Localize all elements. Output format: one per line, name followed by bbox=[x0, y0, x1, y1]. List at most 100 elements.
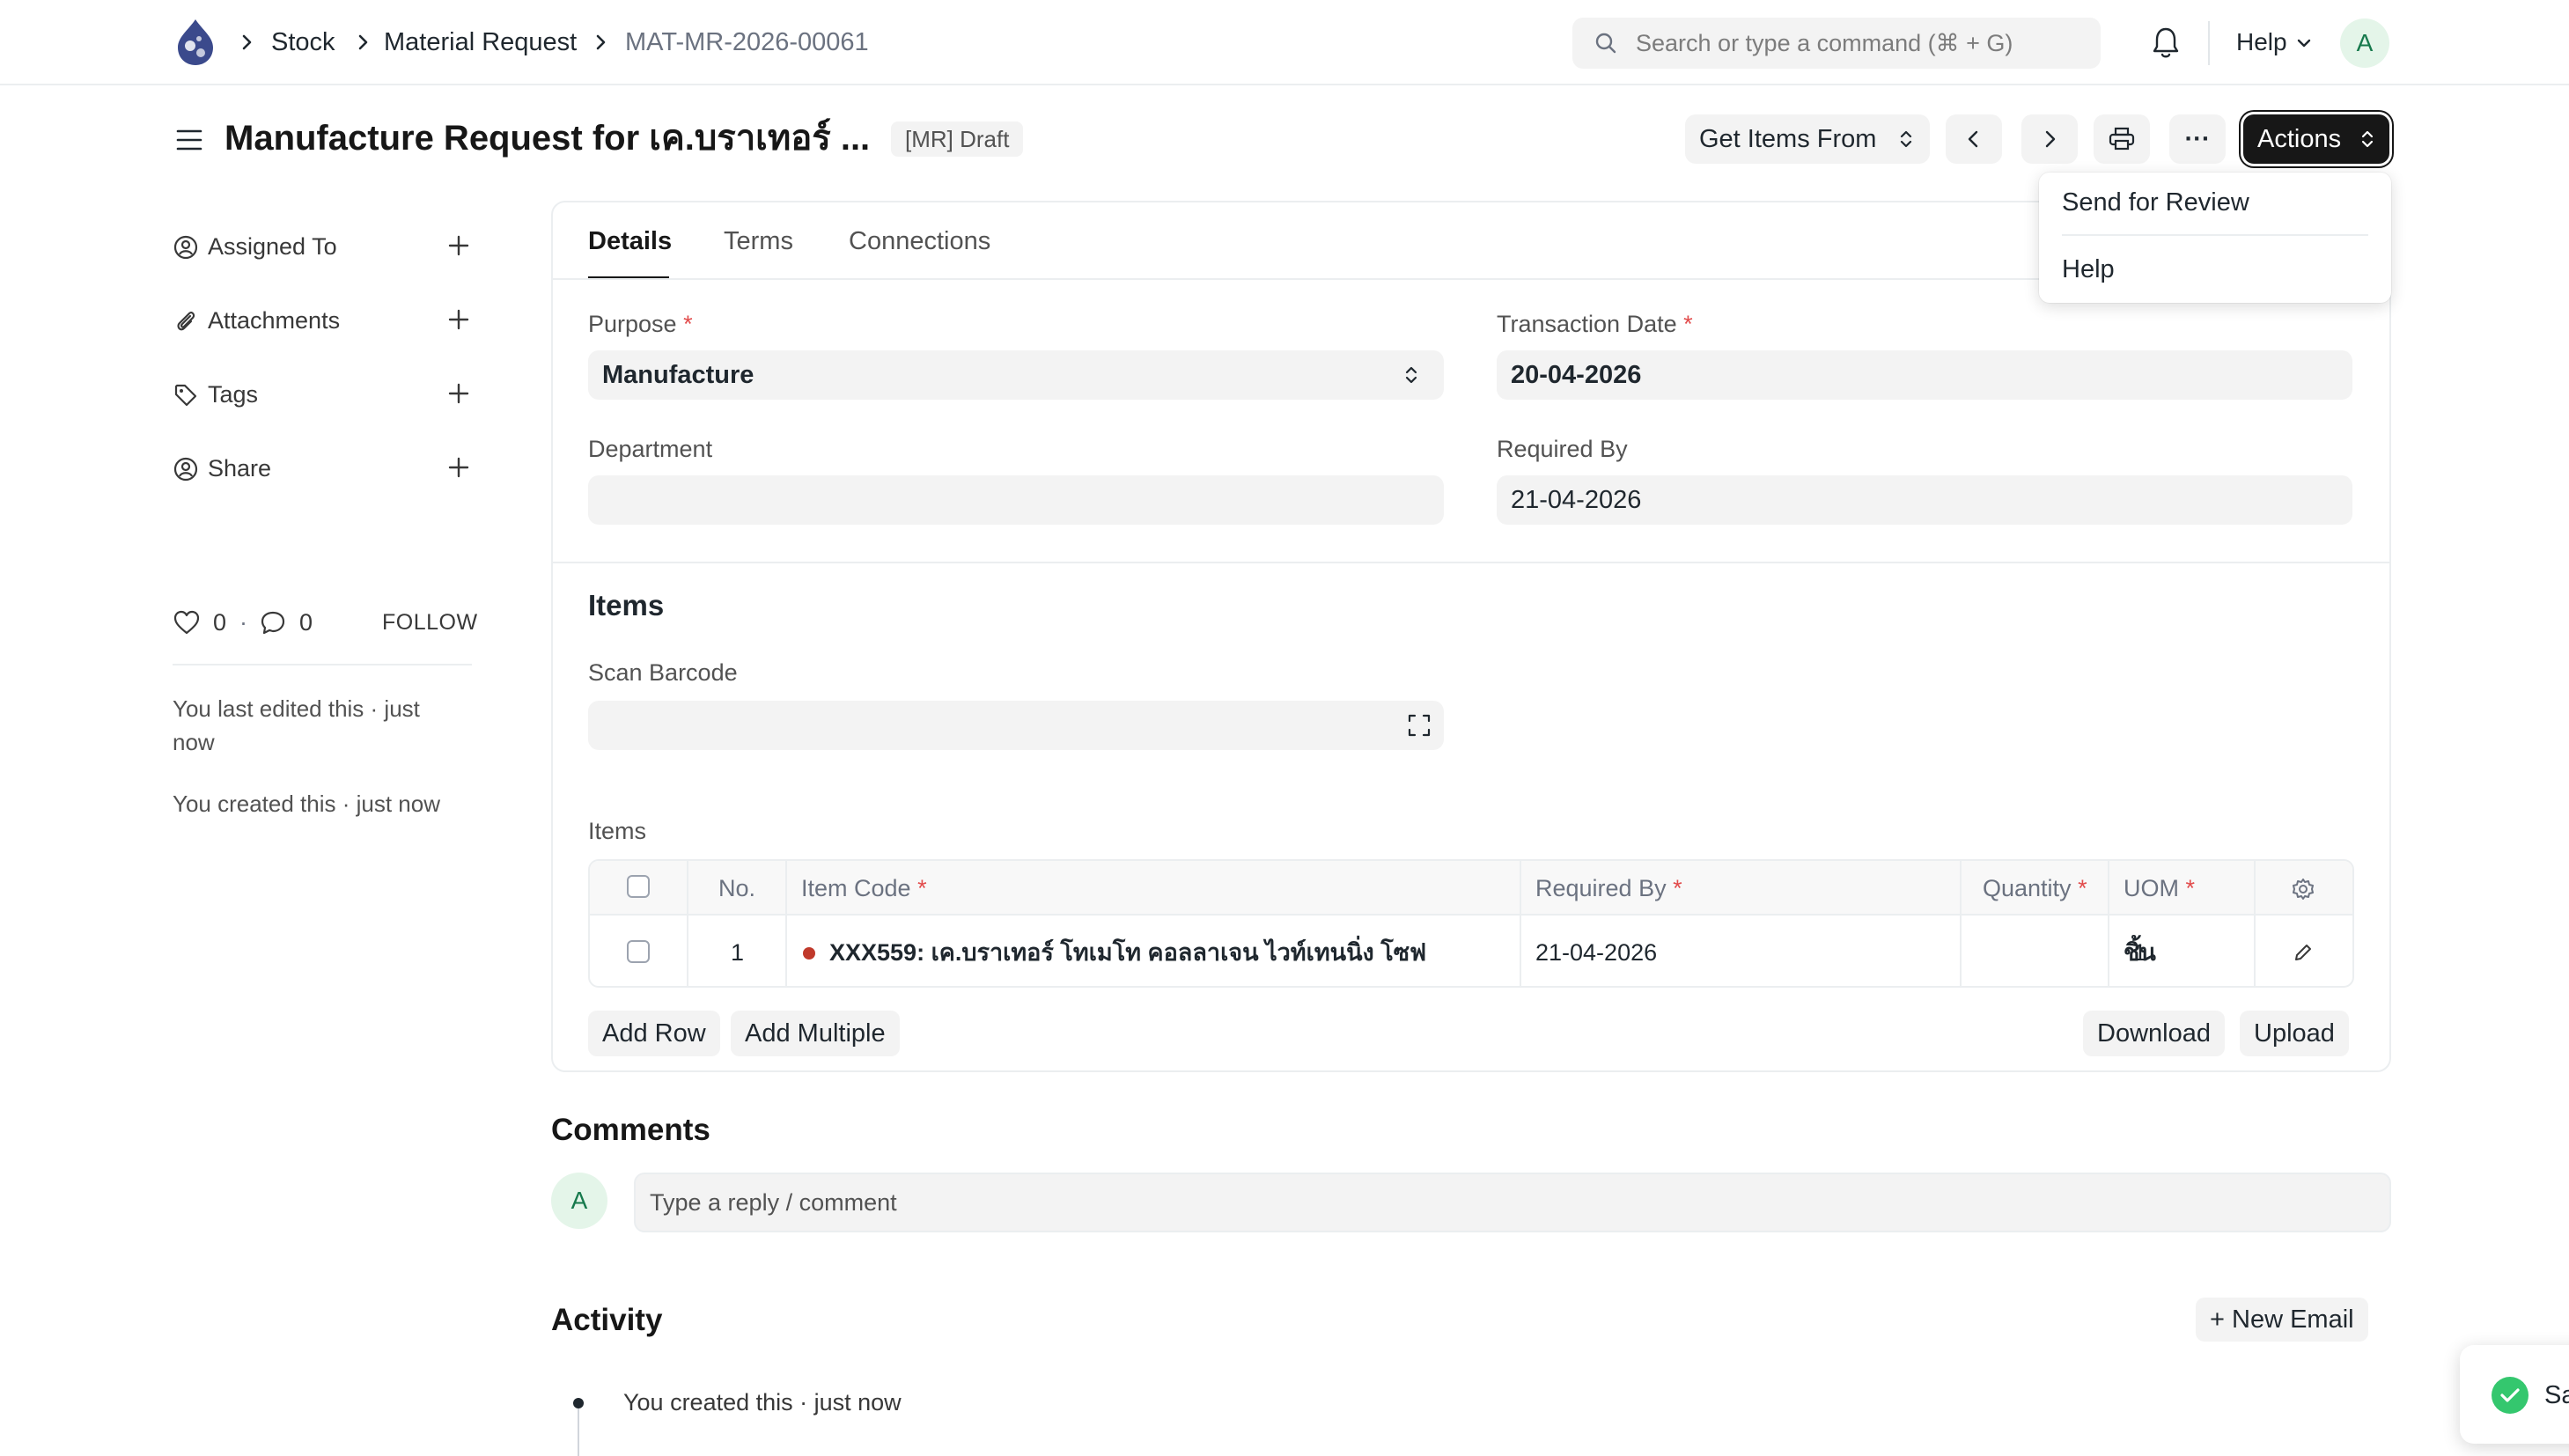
department-input[interactable] bbox=[588, 475, 1444, 525]
col-required-by: Required By * bbox=[1535, 875, 1682, 901]
plus-icon[interactable] bbox=[445, 232, 472, 259]
select-all-checkbox[interactable] bbox=[627, 875, 650, 898]
next-doc-button[interactable] bbox=[2021, 114, 2078, 164]
actions-button[interactable]: Actions bbox=[2243, 114, 2389, 164]
assign-user-icon bbox=[173, 235, 198, 260]
scan-icon[interactable] bbox=[1407, 713, 1432, 738]
new-email-button[interactable]: + New Email bbox=[2196, 1298, 2368, 1342]
col-no: No. bbox=[718, 875, 756, 901]
row-item-code[interactable]: XXX559: เค.บราเทอร์ โทเมโท คอลลาเจน ไวท์… bbox=[829, 917, 1426, 986]
transaction-date-label: Transaction Date * bbox=[1497, 311, 1693, 337]
table-header: No. Item Code * Required By * Quantity *… bbox=[590, 861, 2352, 916]
upload-button[interactable]: Upload bbox=[2240, 1011, 2349, 1056]
row-checkbox[interactable] bbox=[627, 940, 650, 963]
items-section-title: Items bbox=[588, 589, 665, 621]
actions-label: Actions bbox=[2257, 125, 2342, 153]
col-uom: UOM * bbox=[2124, 875, 2196, 901]
tab-details[interactable]: Details bbox=[588, 224, 672, 259]
sidebar-item-label: Attachments bbox=[208, 307, 341, 334]
previous-doc-button[interactable] bbox=[1946, 114, 2002, 164]
menu-item-help[interactable]: Help bbox=[2062, 252, 2115, 287]
follow-button[interactable]: FOLLOW bbox=[382, 606, 478, 639]
breadcrumb-current-doc[interactable]: MAT-MR-2026-00061 bbox=[625, 25, 869, 60]
select-updown-icon bbox=[2361, 130, 2374, 148]
navbar-divider bbox=[2208, 21, 2210, 65]
chevron-down-icon[interactable] bbox=[2294, 33, 2314, 53]
sidebar-tags[interactable]: Tags bbox=[173, 375, 472, 414]
select-updown-icon bbox=[1405, 366, 1417, 384]
transaction-date-input[interactable]: 20-04-2026 bbox=[1497, 350, 2352, 400]
search-icon bbox=[1595, 33, 1616, 54]
user-avatar[interactable]: A bbox=[2340, 18, 2389, 68]
row-no: 1 bbox=[731, 939, 745, 966]
activity-timeline bbox=[578, 1408, 579, 1456]
purpose-label: Purpose * bbox=[588, 311, 693, 337]
required-by-input[interactable]: 21-04-2026 bbox=[1497, 475, 2352, 525]
select-updown-icon bbox=[1900, 130, 1912, 148]
tag-icon bbox=[174, 384, 197, 407]
get-items-from-button[interactable]: Get Items From bbox=[1685, 114, 1930, 164]
hamburger-menu-icon[interactable] bbox=[174, 125, 204, 155]
download-button[interactable]: Download bbox=[2083, 1011, 2225, 1056]
comment-bubble-icon[interactable] bbox=[259, 609, 287, 636]
tab-terms[interactable]: Terms bbox=[724, 224, 793, 259]
toast-text: Sa bbox=[2544, 1381, 2569, 1409]
add-multiple-button[interactable]: Add Multiple bbox=[731, 1011, 900, 1056]
col-quantity: Quantity * bbox=[1983, 875, 2087, 901]
add-row-button[interactable]: Add Row bbox=[588, 1011, 720, 1056]
menu-divider bbox=[2062, 234, 2368, 236]
page-title: Manufacture Request for เค.บราเทอร์ ... bbox=[225, 119, 871, 158]
chevron-left-icon bbox=[1968, 130, 1978, 148]
sidebar-divider bbox=[173, 664, 472, 665]
breadcrumb-material-request[interactable]: Material Request bbox=[384, 25, 577, 60]
notification-bell-icon[interactable] bbox=[2150, 25, 2182, 60]
status-badge: [MR] Draft bbox=[891, 121, 1024, 157]
breadcrumb-stock[interactable]: Stock bbox=[271, 25, 335, 60]
sidebar-assigned-to[interactable]: Assigned To bbox=[173, 227, 472, 266]
items-table-label: Items bbox=[588, 818, 647, 844]
sidebar-item-label: Share bbox=[208, 455, 272, 482]
plus-icon[interactable] bbox=[445, 454, 472, 481]
breadcrumb-chevron-icon bbox=[596, 34, 606, 50]
get-items-from-label: Get Items From bbox=[1699, 125, 1877, 153]
gear-icon[interactable] bbox=[2291, 877, 2315, 901]
share-user-icon bbox=[173, 457, 198, 482]
edit-pencil-icon[interactable] bbox=[2293, 942, 2314, 963]
likes-count: 0 bbox=[213, 609, 227, 636]
help-menu-button[interactable]: Help bbox=[2236, 25, 2287, 60]
col-item-code: Item Code * bbox=[801, 875, 927, 901]
breadcrumb-chevron-icon bbox=[358, 34, 368, 50]
plus-icon: + bbox=[2210, 1305, 2225, 1334]
sidebar-attachments[interactable]: Attachments bbox=[173, 301, 472, 340]
purpose-value: Manufacture bbox=[602, 361, 755, 389]
row-required-by[interactable]: 21-04-2026 bbox=[1535, 917, 1657, 986]
search-bar[interactable]: Search or type a command (⌘ + G) bbox=[1572, 18, 2101, 69]
sidebar-share[interactable]: Share bbox=[173, 449, 472, 488]
plus-icon[interactable] bbox=[445, 380, 472, 407]
print-button[interactable] bbox=[2094, 114, 2150, 164]
heart-icon[interactable] bbox=[173, 609, 201, 636]
sidebar-item-label: Tags bbox=[208, 381, 259, 408]
toast-notification[interactable]: Sa bbox=[2460, 1345, 2569, 1444]
items-table: No. Item Code * Required By * Quantity *… bbox=[588, 859, 2354, 988]
comment-avatar: A bbox=[551, 1173, 607, 1229]
search-input[interactable]: Search or type a command (⌘ + G) bbox=[1636, 18, 2013, 69]
comment-input[interactable]: Type a reply / comment bbox=[634, 1173, 2391, 1232]
more-options-button[interactable]: ··· bbox=[2169, 114, 2226, 164]
row-uom[interactable]: ชิ้น bbox=[2124, 917, 2156, 986]
col-divider bbox=[2108, 861, 2109, 986]
last-edited-info: You last edited this · just now bbox=[173, 695, 420, 755]
plus-icon[interactable] bbox=[445, 306, 472, 333]
stat-separator: · bbox=[239, 609, 247, 636]
scan-barcode-input[interactable] bbox=[588, 701, 1444, 750]
table-row[interactable]: 1 XXX559: เค.บราเทอร์ โทเมโท คอลลาเจน ไว… bbox=[590, 917, 2352, 986]
comments-title: Comments bbox=[551, 1113, 710, 1147]
activity-entry: You created this · just now bbox=[623, 1389, 902, 1416]
app-logo-icon[interactable] bbox=[173, 18, 218, 67]
check-circle-icon bbox=[2492, 1377, 2529, 1414]
paperclip-icon bbox=[177, 312, 195, 331]
created-info: You created this · just now bbox=[173, 791, 440, 817]
menu-item-send-for-review[interactable]: Send for Review bbox=[2062, 185, 2249, 220]
purpose-select[interactable]: Manufacture bbox=[588, 350, 1444, 400]
tab-connections[interactable]: Connections bbox=[849, 224, 990, 259]
